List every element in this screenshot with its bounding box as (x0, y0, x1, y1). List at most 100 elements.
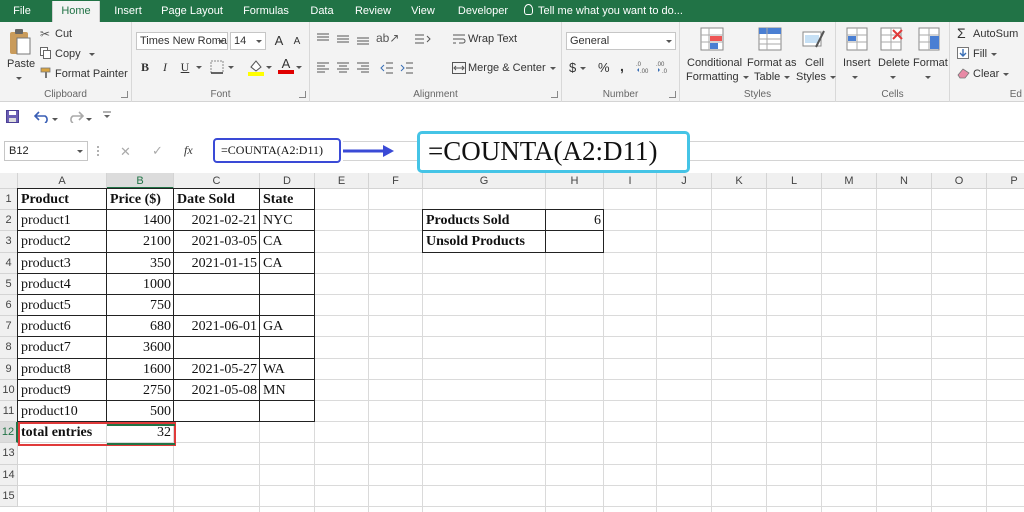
product-cell[interactable]: product1 (18, 210, 107, 231)
paste-dropdown[interactable] (16, 72, 22, 84)
format-button[interactable]: Format (913, 57, 948, 69)
date-sold-cell[interactable]: 2021-06-01 (174, 316, 260, 337)
price-cell[interactable]: 1000 (107, 274, 174, 295)
product-cell[interactable]: product6 (18, 316, 107, 337)
column-header-a[interactable]: A (18, 173, 107, 189)
tab-formulas[interactable]: Formulas (236, 0, 296, 22)
save-icon[interactable] (6, 110, 19, 126)
active-cell-b12[interactable] (107, 424, 175, 445)
summary-value[interactable] (546, 231, 604, 252)
redo-dropdown[interactable] (86, 113, 92, 125)
cell-styles-button[interactable]: Cell (805, 57, 824, 69)
formula-input[interactable]: =COUNTA(A2:D11) (213, 138, 341, 163)
wrap-text-button[interactable]: Wrap Text (468, 33, 517, 45)
format-dropdown[interactable] (925, 71, 931, 83)
tab-developer[interactable]: Developer (452, 0, 514, 22)
state-cell[interactable]: GA (260, 316, 315, 337)
state-cell[interactable]: WA (260, 359, 315, 380)
summary-label[interactable]: Products Sold (423, 210, 546, 231)
price-cell[interactable]: 1400 (107, 210, 174, 231)
state-cell[interactable]: CA (260, 231, 315, 252)
date-sold-cell[interactable] (174, 401, 260, 422)
summary-label[interactable]: Unsold Products (423, 231, 546, 252)
percent-button[interactable]: % (598, 60, 610, 75)
price-cell[interactable]: 3600 (107, 337, 174, 358)
delete-dropdown[interactable] (890, 71, 896, 83)
text-direction-icon[interactable] (414, 33, 432, 48)
increase-indent-icon[interactable] (400, 62, 414, 77)
clear-button[interactable]: Clear (973, 68, 1010, 80)
date-sold-cell[interactable]: 2021-01-15 (174, 253, 260, 274)
product-cell[interactable]: product3 (18, 253, 107, 274)
state-cell[interactable]: NYC (260, 210, 315, 231)
column-header-p[interactable]: P (987, 173, 1024, 189)
paste-icon[interactable] (8, 28, 32, 59)
merge-center-button[interactable]: Merge & Center (468, 62, 556, 74)
paste-button[interactable]: Paste (7, 58, 35, 70)
shrink-font-button[interactable]: A (288, 33, 306, 51)
row-header-1[interactable]: 1 (0, 189, 18, 211)
header-cell[interactable]: Date Sold (174, 189, 260, 210)
column-header-j[interactable]: J (657, 173, 712, 189)
date-sold-cell[interactable]: 2021-03-05 (174, 231, 260, 252)
clipboard-dialog-launcher[interactable] (121, 91, 128, 98)
insert-dropdown[interactable] (852, 71, 858, 83)
comma-button[interactable]: , (620, 58, 624, 74)
column-header-m[interactable]: M (822, 173, 877, 189)
column-header-e[interactable]: E (315, 173, 369, 189)
font-size-select[interactable]: 14 (230, 32, 266, 50)
product-cell[interactable]: product8 (18, 359, 107, 380)
date-sold-cell[interactable] (174, 337, 260, 358)
header-cell[interactable]: Price ($) (107, 189, 174, 210)
state-cell[interactable] (260, 274, 315, 295)
row-header-9[interactable]: 9 (0, 358, 18, 380)
undo-icon[interactable] (33, 109, 50, 126)
underline-dropdown[interactable] (196, 61, 202, 73)
row-header-10[interactable]: 10 (0, 379, 18, 401)
column-header-h[interactable]: H (546, 173, 604, 189)
bold-button[interactable]: B (136, 58, 154, 76)
tab-page-layout[interactable]: Page Layout (158, 0, 226, 22)
tell-me-box[interactable]: Tell me what you want to do... (524, 0, 683, 22)
tab-insert[interactable]: Insert (108, 0, 148, 22)
state-cell[interactable] (260, 401, 315, 422)
grow-font-button[interactable]: A (270, 32, 288, 50)
tab-file[interactable]: File (4, 0, 40, 22)
insert-button[interactable]: Insert (843, 57, 871, 69)
decrease-decimal-icon[interactable]: .00.0 (656, 60, 672, 77)
row-header-7[interactable]: 7 (0, 316, 18, 338)
column-header-b[interactable]: B (107, 173, 174, 189)
font-dialog-launcher[interactable] (299, 91, 306, 98)
font-color-dropdown[interactable] (296, 61, 302, 73)
format-painter-button[interactable]: Format Painter (55, 68, 128, 80)
row-header-6[interactable]: 6 (0, 295, 18, 317)
product-cell[interactable]: product5 (18, 295, 107, 316)
product-cell[interactable]: product4 (18, 274, 107, 295)
tab-home[interactable]: Home (52, 1, 100, 22)
product-cell[interactable]: product10 (18, 401, 107, 422)
tab-data[interactable]: Data (304, 0, 340, 22)
column-header-k[interactable]: K (712, 173, 767, 189)
decrease-indent-icon[interactable] (380, 62, 394, 77)
row-header-2[interactable]: 2 (0, 210, 18, 232)
orientation-icon[interactable]: ab↗ (376, 31, 399, 45)
price-cell[interactable]: 2750 (107, 380, 174, 401)
column-header-l[interactable]: L (767, 173, 822, 189)
column-header-c[interactable]: C (174, 173, 260, 189)
format-as-table-button[interactable]: Format as (747, 57, 797, 69)
product-cell[interactable]: product2 (18, 231, 107, 252)
number-format-select[interactable]: General (566, 32, 676, 50)
fill-button[interactable]: Fill (973, 48, 998, 60)
row-header-14[interactable]: 14 (0, 464, 18, 486)
tab-view[interactable]: View (404, 0, 442, 22)
column-header-d[interactable]: D (260, 173, 315, 189)
state-cell[interactable]: MN (260, 380, 315, 401)
alignment-dialog-launcher[interactable] (551, 91, 558, 98)
number-dialog-launcher[interactable] (669, 91, 676, 98)
cancel-icon[interactable]: ✕ (120, 144, 131, 160)
customize-qat-icon[interactable] (102, 110, 112, 123)
conditional-formatting-button[interactable]: Conditional (687, 57, 742, 69)
row-header-12[interactable]: 12 (0, 422, 18, 444)
state-cell[interactable] (260, 337, 315, 358)
header-cell[interactable]: State (260, 189, 315, 210)
